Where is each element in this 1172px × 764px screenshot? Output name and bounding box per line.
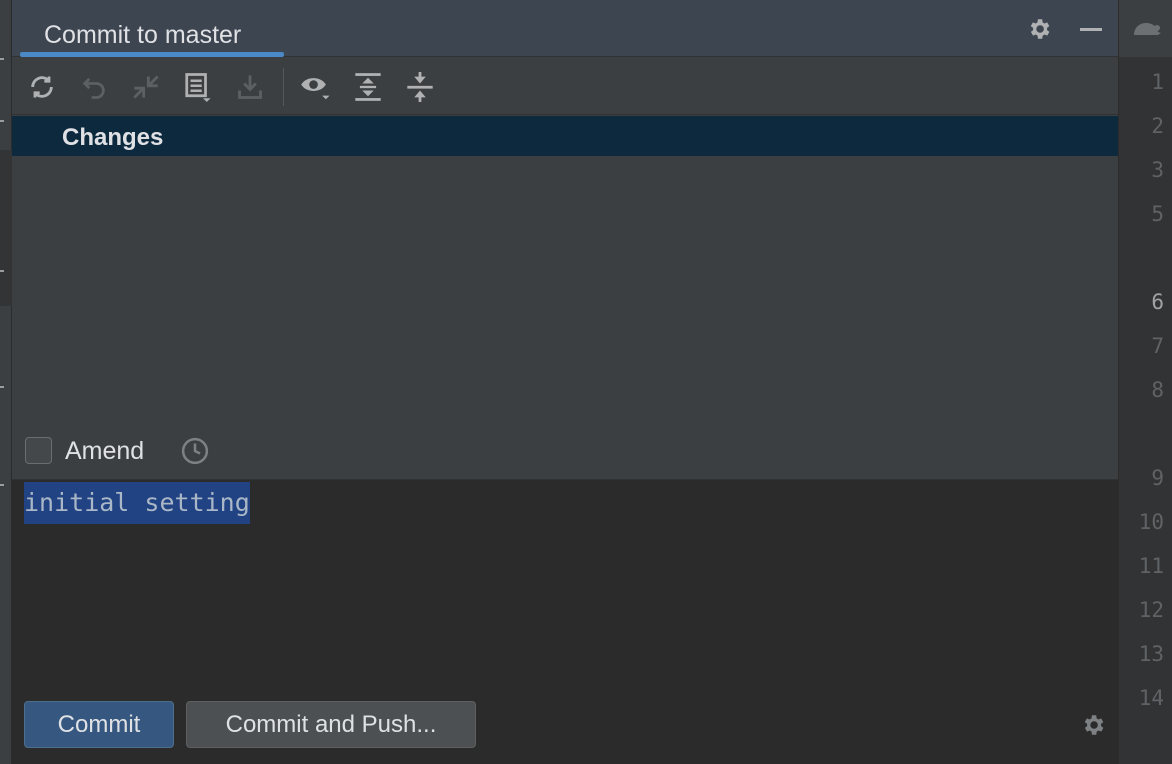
amend-row: Amend: [12, 426, 1118, 478]
active-tab-indicator: [20, 52, 284, 57]
expand-all-icon[interactable]: [351, 70, 385, 104]
left-strip-mark: [0, 120, 4, 122]
left-strip-mark: [0, 386, 4, 388]
changes-group-row[interactable]: Changes: [12, 116, 1118, 156]
tab-commit-to-master[interactable]: Commit to master: [20, 6, 284, 57]
editor-gutter: 1 2 3 5 6 7 8 9 10 11 12 13 14: [1118, 0, 1172, 764]
line-number: 2: [1151, 114, 1164, 138]
amend-checkbox[interactable]: [25, 437, 52, 464]
turtle-icon: [1134, 22, 1161, 35]
shelve-icon[interactable]: [233, 70, 267, 104]
gutter-header: [1119, 0, 1172, 57]
line-number: 9: [1151, 466, 1164, 490]
gear-icon[interactable]: [1024, 14, 1054, 44]
rollback-icon[interactable]: [77, 70, 111, 104]
collapse-all-icon[interactable]: [403, 70, 437, 104]
commit-panel-header: Commit to master: [12, 0, 1118, 57]
changes-group-label: Changes: [62, 124, 164, 151]
commit-button[interactable]: Commit: [24, 701, 174, 748]
line-number: 10: [1138, 510, 1164, 534]
line-number: 12: [1138, 598, 1164, 622]
left-strip-mark: [0, 270, 4, 272]
left-strip-shade: [0, 150, 12, 306]
line-number: 5: [1151, 202, 1164, 226]
line-number: 13: [1138, 642, 1164, 666]
changes-toolbar: [12, 58, 1118, 115]
view-options-icon[interactable]: [299, 70, 333, 104]
commit-panel: Commit to master Changes Amend initial s…: [12, 0, 1118, 764]
line-number: 7: [1151, 334, 1164, 358]
refresh-icon[interactable]: [25, 70, 59, 104]
commit-tool-window-root: Commit to master Changes Amend initial s…: [0, 0, 1172, 764]
changes-tree[interactable]: Changes: [12, 116, 1118, 426]
left-tool-strip: [0, 0, 12, 764]
commit-history-icon[interactable]: [180, 436, 210, 466]
line-number: 14: [1138, 686, 1164, 710]
commit-message-text[interactable]: initial setting: [24, 482, 250, 524]
diff-icon[interactable]: [129, 70, 163, 104]
commit-and-push-button[interactable]: Commit and Push...: [186, 701, 476, 748]
line-number: 11: [1138, 554, 1164, 578]
left-strip-mark: [0, 58, 4, 60]
amend-label[interactable]: Amend: [65, 437, 144, 466]
line-number: 8: [1151, 378, 1164, 402]
line-number-current: 6: [1151, 290, 1164, 314]
minimize-icon[interactable]: [1076, 14, 1106, 44]
tab-title: Commit to master: [44, 21, 242, 49]
commit-message-editor[interactable]: initial setting Commit Commit and Push..…: [12, 479, 1118, 764]
commit-options-gear-icon[interactable]: [1078, 710, 1108, 740]
line-number: 3: [1151, 158, 1164, 182]
toolbar-separator: [283, 68, 284, 106]
line-number: 1: [1151, 70, 1164, 94]
left-strip-mark: [0, 484, 4, 486]
changelist-icon[interactable]: [181, 70, 215, 104]
